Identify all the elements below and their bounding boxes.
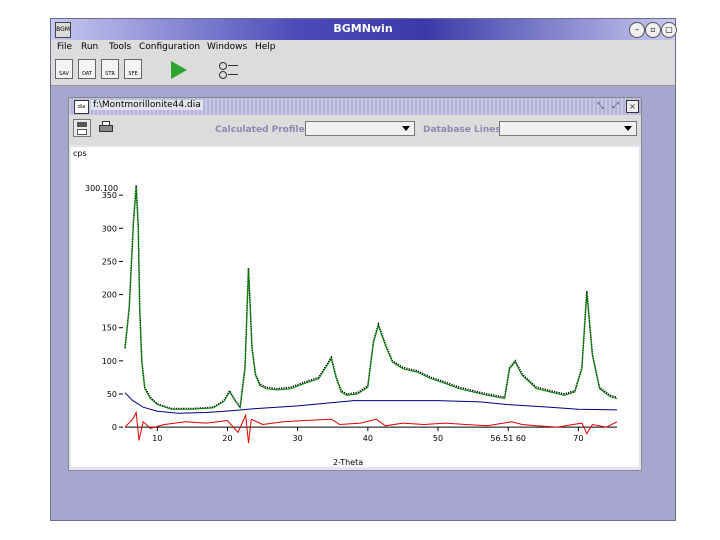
settings-icon[interactable] — [219, 59, 239, 81]
y-tick-label: 50 — [107, 390, 117, 399]
title-bar[interactable]: BGM BGMNwin – ▫ ▢ — [51, 19, 677, 40]
dat-file-icon[interactable]: DAT — [78, 59, 96, 79]
chevron-down-icon — [402, 126, 410, 131]
plot-series — [124, 185, 618, 444]
minimize-button[interactable]: – — [629, 22, 645, 38]
y-axis: 0 50 100 150 200 250 300 350 — [102, 191, 123, 432]
x-tick-label: 10 — [152, 434, 162, 443]
print-icon[interactable] — [97, 119, 115, 137]
chevron-down-icon — [624, 126, 632, 131]
app-window: BGM BGMNwin – ▫ ▢ File Run Tools Configu… — [50, 18, 677, 521]
y-tick-label: 200 — [102, 291, 117, 300]
y-tick-label: 300 — [102, 224, 117, 233]
maximize-icon[interactable]: ⤢ — [610, 100, 621, 111]
x-tick-label: 70 — [573, 434, 583, 443]
str-file-icon[interactable]: STR — [101, 59, 119, 79]
observed-series — [124, 185, 618, 410]
close-icon[interactable]: × — [626, 100, 639, 113]
menu-configuration[interactable]: Configuration — [139, 42, 200, 52]
play-icon[interactable] — [171, 61, 187, 79]
window-title: BGMNwin — [333, 22, 393, 35]
diagram-window-icon: dia — [74, 100, 89, 114]
menu-bar: File Run Tools Configuration Windows Hel… — [51, 40, 675, 56]
x-axis: 10 20 30 40 50 56.51 60 70 — [125, 426, 617, 443]
calculated-profiles-label: Calculated Profiles: — [215, 125, 314, 135]
main-toolbar: SAV DAT STR SFE — [51, 56, 675, 86]
diagram-title-bar[interactable]: dia f:\Montmorillonite44.dia ⤡ ⤢ × — [69, 98, 641, 116]
x-tick-label: 40 — [363, 434, 373, 443]
diagram-toolbar: Calculated Profiles: Database Lines: — [69, 115, 641, 145]
x-tick-label: 50 — [433, 434, 443, 443]
y-tick-label: 150 — [102, 324, 117, 333]
menu-windows[interactable]: Windows — [207, 42, 247, 52]
y-axis-label: cps — [73, 149, 87, 158]
y-tick-label: 0 — [112, 423, 117, 432]
calculated-series — [124, 187, 618, 410]
database-lines-select[interactable] — [499, 121, 637, 136]
maximize-button[interactable]: ▫ — [645, 22, 661, 38]
save-icon[interactable] — [73, 119, 91, 137]
menu-help[interactable]: Help — [255, 42, 276, 52]
sav-file-icon[interactable]: SAV — [55, 59, 73, 79]
menu-run[interactable]: Run — [81, 42, 98, 52]
menu-tools[interactable]: Tools — [109, 42, 131, 52]
x-tick-label: 56.51 60 — [490, 434, 526, 443]
iconify-icon[interactable]: ⤡ — [595, 100, 606, 111]
background-series — [124, 392, 618, 414]
diagram-title: f:\Montmorillonite44.dia — [91, 100, 203, 110]
y-tick-label: 250 — [102, 257, 117, 266]
diffraction-plot[interactable]: cps 2-Theta 300.100 0 50 100 150 200 250 300 35… — [71, 147, 639, 467]
sfe-file-icon[interactable]: SFE — [124, 59, 142, 79]
menu-file[interactable]: File — [57, 42, 72, 52]
diagram-window: dia f:\Montmorillonite44.dia ⤡ ⤢ × Calcu… — [68, 97, 642, 471]
database-lines-label: Database Lines: — [423, 125, 505, 135]
x-tick-label: 20 — [222, 434, 232, 443]
y-tick-label: 100 — [102, 357, 117, 366]
chart-svg: cps 2-Theta 300.100 05010015020025030035… — [73, 149, 618, 467]
calculated-profiles-select[interactable] — [305, 121, 415, 136]
x-axis-label: 2-Theta — [333, 458, 363, 467]
x-tick-label: 30 — [293, 434, 303, 443]
close-button[interactable]: ▢ — [661, 22, 677, 38]
y-tick-label: 350 — [102, 191, 117, 200]
